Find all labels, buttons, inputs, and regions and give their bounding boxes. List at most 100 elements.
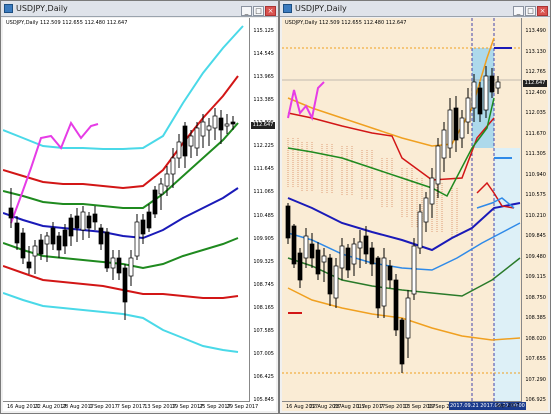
left-chart-svg <box>3 25 244 353</box>
left-price-tick: 115.125 <box>253 28 274 34</box>
chart-window-icon <box>4 4 13 13</box>
candle-body <box>134 221 140 257</box>
candle-body <box>363 235 369 255</box>
candle-body <box>14 222 20 244</box>
candle-body <box>218 117 224 131</box>
candle-body <box>483 75 489 111</box>
right-chart-svg <box>282 18 522 401</box>
candle-body <box>74 215 80 229</box>
candle-body <box>104 231 110 269</box>
left-current-price-label: 112.647 <box>251 122 275 129</box>
candle-body <box>188 135 194 147</box>
candle-body <box>230 121 236 125</box>
candle-body <box>212 115 218 129</box>
minimize-button[interactable]: _ <box>513 6 524 16</box>
candle-body <box>309 243 315 259</box>
candle-body <box>471 81 477 109</box>
close-button[interactable]: × <box>537 6 548 16</box>
candle-body <box>297 252 303 281</box>
candle-body <box>327 257 333 295</box>
right-price-tick: 112.035 <box>525 110 546 116</box>
band-green <box>287 97 495 198</box>
candle-body <box>429 177 435 205</box>
left-price-tick: 112.225 <box>253 143 274 150</box>
right-window-title: USDJPY,Daily <box>295 4 347 13</box>
candle-body <box>8 207 14 219</box>
candle-body <box>357 241 363 249</box>
candle-body <box>447 109 453 149</box>
right-price-tick: 106.925 <box>525 397 546 403</box>
left-chart-window[interactable]: USDJPY,Daily _ □ × USDJPY,Daily 112.509 11… <box>0 0 279 414</box>
right-price-tick: 107.655 <box>525 356 546 362</box>
right-price-tick: 109.480 <box>525 253 546 260</box>
left-price-tick: 113.385 <box>253 97 274 104</box>
candle-body <box>32 245 38 257</box>
lower-band-green <box>287 257 521 297</box>
left-chart-area[interactable]: USDJPY,Daily 112.509 112.655 112.480 112… <box>3 18 276 411</box>
candle-body <box>68 217 74 237</box>
right-price-tick: 108.385 <box>525 315 546 321</box>
candle-body <box>146 211 152 229</box>
right-price-tick: 110.210 <box>525 212 546 219</box>
candle-body <box>38 239 44 255</box>
right-window-titlebar[interactable]: USDJPY,Daily _ □ × <box>280 1 550 17</box>
candle-body <box>44 235 50 245</box>
right-last-date-label: Sep 2017 <box>496 403 520 409</box>
right-chart-area[interactable]: USDJPY,Daily 112.509 112.655 112.480 112… <box>282 18 548 411</box>
left-price-tick: 108.165 <box>253 304 274 311</box>
right-price-tick: 109.845 <box>525 233 546 239</box>
candle-body <box>56 235 62 251</box>
close-button[interactable]: × <box>265 6 276 16</box>
left-price-tick: 109.325 <box>253 258 274 265</box>
candle-body <box>291 225 297 265</box>
candle-body <box>321 255 327 263</box>
candle-body <box>200 121 206 137</box>
candle-body <box>98 227 104 245</box>
right-price-tick: 113.490 <box>525 28 546 34</box>
lower-band-lightblue <box>287 222 521 271</box>
right-price-tick: 111.305 <box>525 151 546 157</box>
left-price-tick: 113.965 <box>253 74 274 81</box>
minimize-button[interactable]: _ <box>241 6 252 16</box>
candle-body <box>333 265 339 299</box>
left-price-tick: 109.905 <box>253 235 274 242</box>
candle-body <box>206 125 212 131</box>
candle-body <box>176 141 182 159</box>
maximize-button[interactable]: □ <box>253 6 264 16</box>
candle-body <box>477 87 483 115</box>
right-chart-window[interactable]: USDJPY,Daily _ □ × USDJPY,Daily 112.509 11… <box>279 0 551 414</box>
right-price-tick: 108.750 <box>525 294 546 301</box>
candle-body <box>122 267 128 303</box>
right-price-tick: 109.115 <box>525 274 546 280</box>
right-price-tick: 111.670 <box>525 130 546 137</box>
candle-body <box>224 123 230 127</box>
candle-body <box>92 213 98 223</box>
candle-body <box>351 243 357 265</box>
candle-body <box>489 75 495 93</box>
candle-body <box>140 219 146 235</box>
upper-outer-band <box>3 25 244 150</box>
candle-body <box>393 279 399 331</box>
right-current-price-label: 112.647 <box>523 80 547 87</box>
right-price-tick: 110.940 <box>525 171 546 178</box>
left-price-tick: 111.645 <box>253 166 274 173</box>
candle-body <box>152 189 158 215</box>
left-price-axis: 115.125114.545113.965113.385112.805112.2… <box>249 18 276 403</box>
candle-body <box>303 235 309 259</box>
maximize-button[interactable]: □ <box>525 6 536 16</box>
date-tick: 29 Sep 2017 <box>226 404 259 410</box>
candle-body <box>495 81 501 89</box>
candle-body <box>453 107 459 141</box>
chart-window-icon <box>283 4 292 13</box>
candle-body <box>285 205 291 239</box>
right-price-tick: 113.130 <box>525 48 546 55</box>
left-date-axis: 16 Aug 2017 22 Aug 2017 28 Aug 2017 1 Sep 2… <box>3 401 258 411</box>
left-window-titlebar[interactable]: USDJPY,Daily _ □ × <box>1 1 278 17</box>
candle-body <box>315 249 321 275</box>
candle-body <box>441 129 447 159</box>
candle-body <box>387 265 393 281</box>
left-price-tick: 105.845 <box>253 397 274 403</box>
candle-body <box>339 245 345 269</box>
right-price-tick: 112.765 <box>525 69 546 75</box>
candle-body <box>411 245 417 295</box>
